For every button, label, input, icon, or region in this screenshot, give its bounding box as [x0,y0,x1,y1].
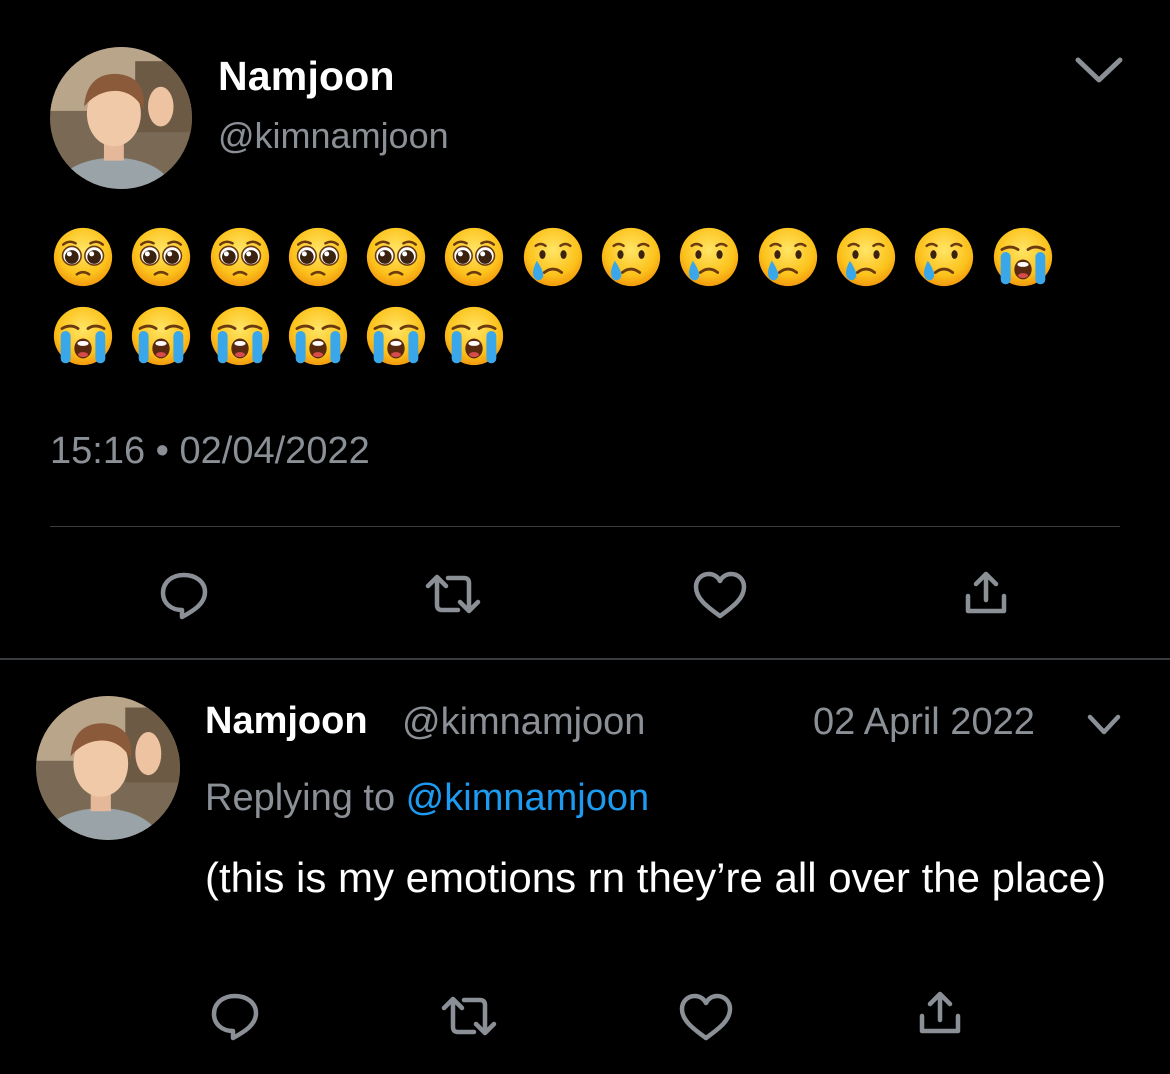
crying-face-emoji [523,227,582,287]
pleading-face-emoji [210,227,269,287]
replying-to: Replying to @kimnamjoon [205,777,649,820]
chevron-down-icon[interactable] [1086,711,1122,737]
share-icon [965,571,1007,614]
tweet-emoji-row-1 [52,226,1054,288]
handle[interactable]: @kimnamjoon [218,115,449,157]
timestamp-separator: • [155,430,169,472]
tweet-text: (this is my emotions rn they’re all over… [205,854,1107,901]
handle[interactable]: @kimnamjoon [402,701,645,744]
tweet-date[interactable]: 02 April 2022 [813,701,1035,744]
display-name[interactable]: Namjoon [218,53,395,100]
divider [50,526,1120,527]
loudly-crying-face-emoji [993,227,1052,287]
crying-face-emoji [758,227,817,287]
replying-to-handle-link[interactable]: @kimnamjoon [406,777,649,819]
like-button[interactable] [678,992,734,1042]
crying-face-emoji [601,227,661,287]
reply-icon [160,572,208,620]
replying-to-label: Replying to [205,777,406,819]
crying-face-emoji [836,227,896,287]
pleading-face-emoji [445,227,504,287]
loudly-crying-face-emoji [132,306,191,366]
loudly-crying-face-emoji [367,306,426,366]
pleading-face-emoji [288,227,348,287]
avatar-image [50,47,192,189]
tweet-emoji-row-2 [52,305,505,367]
like-button[interactable] [692,570,748,620]
display-name[interactable]: Namjoon [205,700,368,743]
reply-icon [211,993,259,1041]
avatar-image [36,696,180,840]
avatar[interactable] [50,47,192,189]
heart-icon [693,571,747,619]
loudly-crying-face-emoji [53,306,113,366]
crying-face-emoji [680,227,739,287]
share-button[interactable] [914,990,966,1036]
share-icon [919,991,961,1034]
avatar[interactable] [36,696,180,840]
pleading-face-emoji [53,227,113,287]
loudly-crying-face-emoji [445,306,504,366]
loudly-crying-face-emoji [210,306,269,366]
reply-button[interactable] [208,990,262,1042]
retweet-icon [441,996,497,1036]
reply-button[interactable] [157,569,211,621]
pleading-face-emoji [367,227,426,287]
retweet-icon [425,574,481,614]
pleading-face-emoji [132,227,191,287]
share-button[interactable] [960,570,1012,616]
tweet-timestamp[interactable]: 15:16 • 02/04/2022 [50,430,370,473]
crying-face-emoji [915,227,974,287]
tweet-date: 02/04/2022 [179,430,370,472]
chevron-down-icon[interactable] [1074,52,1124,86]
loudly-crying-face-emoji [288,306,348,366]
divider [0,658,1170,660]
heart-icon [679,993,733,1041]
retweet-button[interactable] [440,993,498,1039]
retweet-button[interactable] [424,571,482,617]
tweet-time: 15:16 [50,430,146,472]
